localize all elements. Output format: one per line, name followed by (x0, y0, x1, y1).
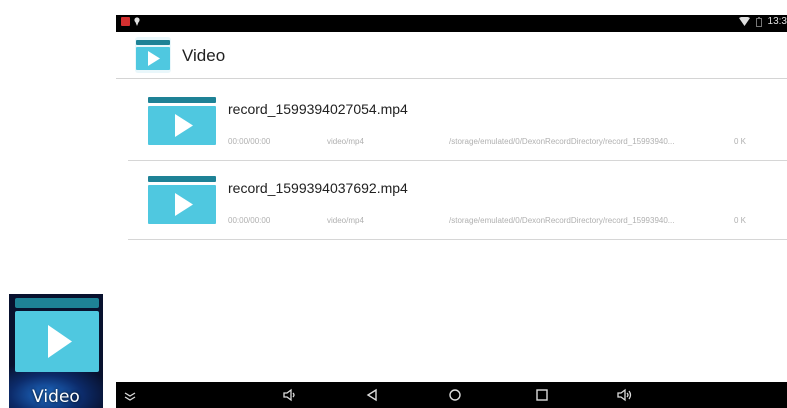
back-icon[interactable] (364, 387, 380, 403)
collapse-icon[interactable] (122, 387, 138, 403)
video-file-name: record_1599394027054.mp4 (228, 101, 408, 117)
video-app-shortcut[interactable]: Video (9, 294, 103, 408)
home-icon[interactable] (447, 387, 463, 403)
wifi-icon (738, 17, 750, 26)
video-list-item[interactable]: record_1599394027054.mp4 00:00/00:00 vid… (128, 82, 787, 161)
notification-icon (121, 17, 130, 26)
volume-up-icon[interactable] (617, 387, 633, 403)
video-list-item[interactable]: record_1599394037692.mp4 00:00/00:00 vid… (128, 161, 787, 240)
video-thumbnail-icon (148, 97, 216, 145)
video-duration: 00:00/00:00 (228, 137, 271, 146)
video-mime-type: video/mp4 (327, 216, 364, 225)
video-file-path: /storage/emulated/0/DexonRecordDirectory… (449, 137, 675, 146)
navigation-bar (116, 382, 787, 408)
video-thumbnail-icon (148, 176, 216, 224)
recents-icon[interactable] (534, 387, 550, 403)
status-bar: 13:3 (116, 15, 787, 32)
video-app-icon (15, 298, 99, 372)
location-pin-icon (134, 17, 140, 26)
video-app-icon (135, 37, 171, 73)
video-duration: 00:00/00:00 (228, 216, 271, 225)
video-file-size: 0 K (734, 137, 747, 146)
video-file-path: /storage/emulated/0/DexonRecordDirectory… (449, 216, 675, 225)
clock: 13:3 (767, 16, 787, 27)
video-mime-type: video/mp4 (327, 137, 364, 146)
app-bar: Video (116, 32, 787, 79)
battery-icon (755, 16, 762, 27)
video-file-name: record_1599394037692.mp4 (228, 180, 408, 196)
volume-down-icon[interactable] (282, 387, 298, 403)
shortcut-label: Video (32, 387, 80, 407)
page-title: Video (182, 46, 226, 65)
video-list: record_1599394027054.mp4 00:00/00:00 vid… (128, 82, 787, 240)
video-file-size: 0 K (734, 216, 747, 225)
